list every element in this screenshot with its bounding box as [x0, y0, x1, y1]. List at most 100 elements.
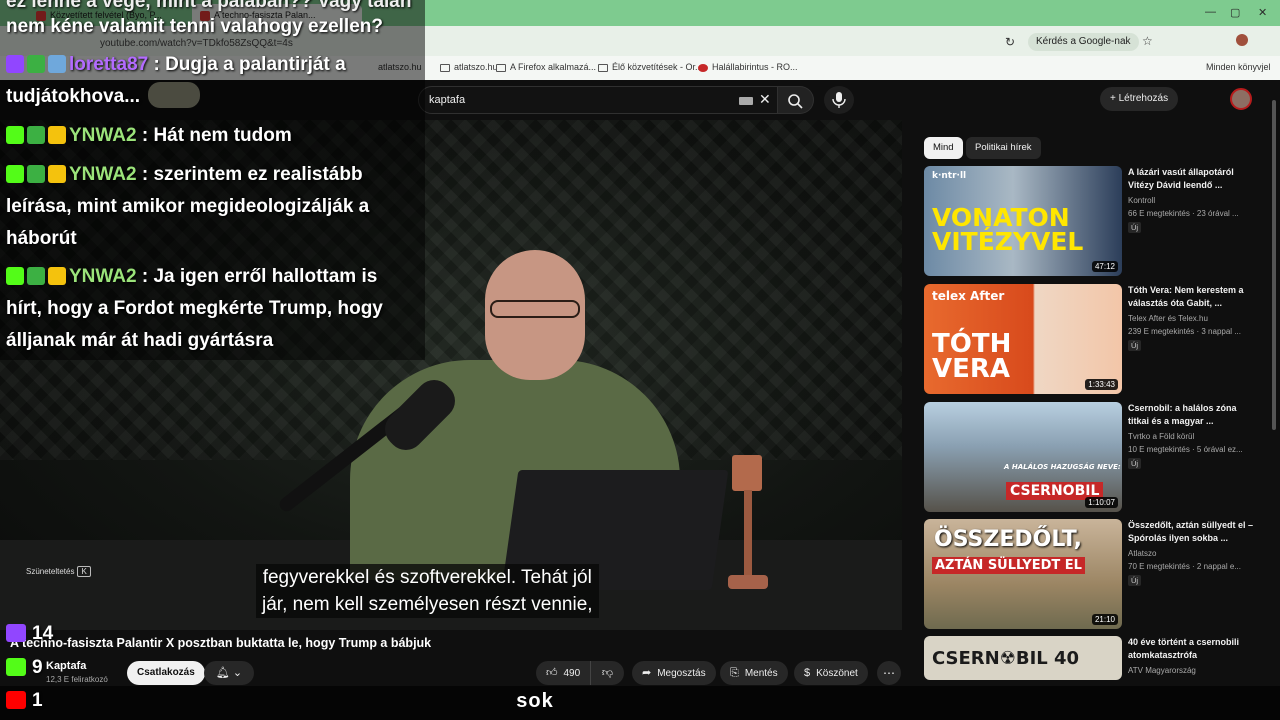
kick-badge-icon — [6, 165, 24, 183]
chat-message-cont: háborút — [6, 228, 77, 249]
recommendation-item[interactable]: ÖSSZEDŐLT, AZTÁN SÜLLYEDT EL 21:10 Össze… — [924, 519, 1266, 631]
minimize-icon[interactable]: — — [1205, 6, 1216, 18]
crown-badge-icon — [48, 165, 66, 183]
microphone-icon — [832, 92, 846, 108]
chat-message-cont: tudjátokhova... — [6, 81, 201, 113]
close-icon[interactable]: ✕ — [1258, 6, 1267, 19]
folder-icon — [496, 63, 506, 72]
recommendation-title[interactable]: Összedőlt, aztán süllyedt el – Spórolás … — [1128, 519, 1254, 545]
recommendation-title[interactable]: A lázári vasút állapotáról Vitézy Dávid … — [1128, 166, 1254, 192]
recommendation-channel[interactable]: Atlatszo — [1128, 549, 1156, 558]
recommendation-item[interactable]: telex After TÓTH VERA 1:33:43 Tóth Vera:… — [924, 284, 1266, 396]
avatar[interactable] — [1230, 88, 1252, 110]
recommendation-channel[interactable]: ATV Magyarország — [1128, 666, 1196, 675]
thumbs-down-icon: 👎︎ — [601, 667, 614, 679]
emote-icon — [148, 82, 201, 108]
plus-badge-icon — [27, 165, 45, 183]
twitch-badge-icon — [6, 55, 24, 73]
search-input[interactable]: kaptafa — [429, 94, 465, 106]
thanks-icon: $ — [804, 667, 811, 679]
reload-icon[interactable]: ↻ — [1005, 35, 1015, 49]
share-icon: ➦ — [642, 667, 652, 679]
bookmark[interactable]: Élő közvetítések - Or... — [598, 62, 703, 72]
folder-icon — [598, 63, 608, 72]
crown-badge-icon — [48, 267, 66, 285]
clear-search-icon[interactable]: ✕ — [759, 91, 771, 108]
search-button[interactable] — [778, 86, 814, 114]
chip-politics[interactable]: Politikai hírek — [966, 137, 1041, 159]
duration-badge: 1:10:07 — [1085, 497, 1118, 508]
more-actions-button[interactable]: ⋯ — [877, 661, 901, 685]
plus-badge-icon — [27, 126, 45, 144]
kick-badge-icon — [6, 126, 24, 144]
maximize-icon[interactable]: ▢ — [1230, 6, 1240, 19]
new-badge: Új — [1128, 340, 1142, 351]
subscribe-button[interactable]: Csatlakozás — [127, 661, 205, 685]
video-thumbnail[interactable]: k·ntr·ll VONATON VITÉZYVEL 47:12 — [924, 166, 1122, 276]
video-thumbnail[interactable]: A HALÁLOS HAZUGSÁG NEVE: CSERNOBIL 1:10:… — [924, 402, 1122, 512]
bookmark[interactable]: Halállabirintus - RO... — [698, 62, 798, 72]
recommendation-item[interactable]: CSERN☢BIL 40 40 éve történt a csernobili… — [924, 636, 1266, 680]
bookmark-icon: ⎘ — [730, 667, 739, 679]
recommendation-item[interactable]: k·ntr·ll VONATON VITÉZYVEL 47:12 A lázár… — [924, 166, 1266, 278]
video-thumbnail[interactable]: ÖSSZEDŐLT, AZTÁN SÜLLYEDT EL 21:10 — [924, 519, 1122, 629]
voice-search-button[interactable] — [824, 86, 854, 114]
paused-indicator: Szüneteltetés K — [26, 566, 91, 577]
crown-badge-icon — [48, 126, 66, 144]
dislike-button[interactable]: 👎︎ — [590, 661, 624, 685]
ask-google-button[interactable]: Kérdés a Google-nak — [1028, 33, 1139, 51]
video-thumbnail[interactable]: CSERN☢BIL 40 — [924, 636, 1122, 680]
screen: { "browser": { "tabs": [ {"label": "Közv… — [0, 0, 1280, 720]
recommendation-meta: 70 E megtekintés · 2 nappal e... — [1128, 562, 1241, 571]
live-caption-word: sok — [516, 690, 554, 712]
profile-icon[interactable] — [1236, 34, 1248, 46]
chat-message-cont: álljanak már át hadi gyártásra — [6, 330, 274, 351]
all-bookmarks[interactable]: Minden könyvjel — [1206, 62, 1271, 72]
subscriber-count: 12,3 E feliratkozó — [46, 675, 108, 684]
lamp — [732, 455, 762, 491]
recommendation-item[interactable]: A HALÁLOS HAZUGSÁG NEVE: CSERNOBIL 1:10:… — [924, 402, 1266, 514]
chat-message: nem kéne valamit tenni valahogy ezellen? — [6, 16, 383, 37]
recommendation-title[interactable]: Tóth Vera: Nem kerestem a választás óta … — [1128, 284, 1254, 310]
twitch-icon — [6, 624, 26, 642]
checkmark-badge-icon — [27, 55, 45, 73]
channel-name[interactable]: Kaptafa — [46, 660, 86, 672]
scrollbar[interactable] — [1272, 100, 1276, 430]
duration-badge: 21:10 — [1091, 614, 1118, 625]
new-badge: Új — [1128, 458, 1142, 469]
recommendation-meta: 239 E megtekintés · 3 nappal ... — [1128, 327, 1241, 336]
recommendation-title[interactable]: Csernobil: a halálos zóna titkai és a ma… — [1128, 402, 1254, 428]
recommendation-channel[interactable]: Kontroll — [1128, 196, 1155, 205]
kick-viewer-count: 9 — [6, 657, 43, 679]
chat-message-cont: hírt, hogy a Fordot megkérte Trump, hogy — [6, 298, 383, 319]
notification-bell-button[interactable]: 🔔︎ ⌄ — [204, 661, 254, 685]
chat-message: YNWA2 : Ja igen erről hallottam is — [6, 261, 377, 293]
chip-all[interactable]: Mind — [924, 137, 963, 159]
keyboard-icon[interactable] — [739, 97, 753, 105]
chat-message: YNWA2 : szerintem ez realistább — [6, 159, 363, 191]
video-title: A techno-fasiszta Palantir X posztban bu… — [10, 636, 432, 650]
star-icon[interactable]: ☆ — [1142, 34, 1153, 48]
lamp-base — [728, 575, 768, 589]
share-button[interactable]: ➦ Megosztás — [632, 661, 716, 685]
plus-badge-icon — [27, 267, 45, 285]
recommendation-meta: 10 E megtekintés · 5 órával ez... — [1128, 445, 1243, 454]
chat-message: YNWA2 : Hát nem tudom — [6, 120, 292, 152]
bookmark[interactable]: atlatszo.hu — [440, 62, 498, 72]
lamp-pole — [744, 490, 752, 580]
site-icon — [698, 63, 708, 72]
thanks-button[interactable]: $ Köszönet — [794, 661, 868, 685]
glasses — [490, 300, 580, 318]
create-button[interactable]: + Létrehozás — [1100, 87, 1179, 111]
save-button[interactable]: ⎘ Mentés — [720, 661, 788, 685]
search-box[interactable]: kaptafa ✕ — [418, 86, 778, 114]
recommendation-channel[interactable]: Tvrtko a Föld körül — [1128, 432, 1194, 441]
recommendation-title[interactable]: 40 éve történt a csernobili atomkatasztr… — [1128, 636, 1254, 662]
recommendation-channel[interactable]: Telex After és Telex.hu — [1128, 314, 1208, 323]
like-button[interactable]: 👍︎ 490 — [536, 661, 591, 685]
duration-badge: 1:33:43 — [1085, 379, 1118, 390]
kick-badge-icon — [6, 267, 24, 285]
bookmark[interactable]: A Firefox alkalmazá... — [496, 62, 596, 72]
video-thumbnail[interactable]: telex After TÓTH VERA 1:33:43 — [924, 284, 1122, 394]
new-badge: Új — [1128, 222, 1142, 233]
